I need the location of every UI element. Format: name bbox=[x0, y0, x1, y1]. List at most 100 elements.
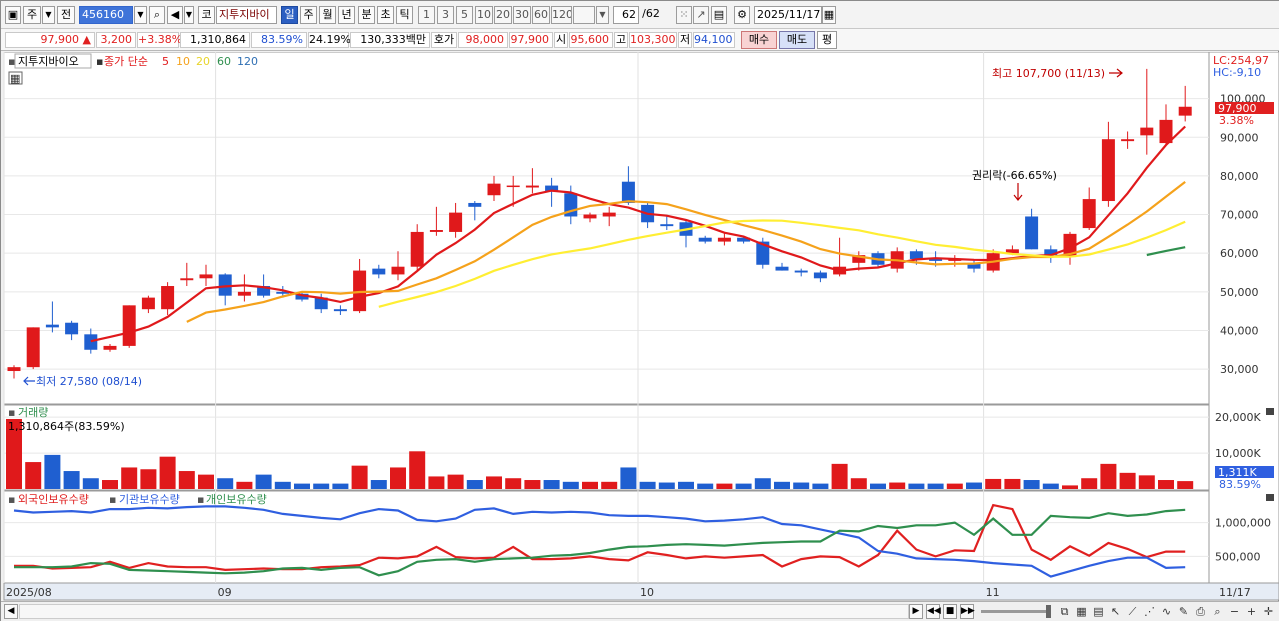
volume-bar bbox=[678, 481, 694, 489]
search-icon[interactable]: ⌕ bbox=[149, 6, 165, 24]
volume-bar bbox=[582, 481, 598, 489]
period-month[interactable]: 월 bbox=[319, 6, 336, 24]
market-select[interactable]: 주 bbox=[23, 6, 41, 24]
save-icon[interactable]: ▤ bbox=[711, 6, 727, 24]
window-icon[interactable]: ▣ bbox=[5, 6, 21, 24]
sell-button[interactable]: 매도 bbox=[779, 31, 815, 49]
interval-20[interactable]: 20 bbox=[494, 6, 512, 24]
volume-bar bbox=[697, 483, 714, 489]
candle-body bbox=[1082, 199, 1096, 229]
chart-canvas[interactable]: 100,00090,00080,00070,00060,00050,00040,… bbox=[1, 52, 1279, 601]
candle-body bbox=[698, 237, 712, 242]
crosshair-icon[interactable]: ✛ bbox=[1261, 604, 1276, 619]
calendar-icon[interactable]: ▦ bbox=[822, 6, 836, 24]
ma-indicator-label[interactable]: 종가 단순 bbox=[104, 55, 148, 68]
bottom-scroll-bar: ◀ ▶ ◀◀ ■ ▶▶ ⧉ ▦ ▤ ↖ ⟋ ⋰ ∿ ✎ ⎙ ⌕ − + ✛ bbox=[1, 601, 1279, 621]
code-dropdown-icon[interactable]: ▼ bbox=[134, 6, 147, 24]
zoom-slider[interactable] bbox=[981, 610, 1051, 613]
forward-button[interactable]: ▶▶ bbox=[960, 604, 975, 619]
zoom-out-icon[interactable]: − bbox=[1227, 604, 1242, 619]
zoom-slider-handle[interactable] bbox=[1046, 605, 1051, 618]
speaker-dropdown-icon[interactable]: ▼ bbox=[184, 6, 194, 24]
pencil-icon[interactable]: ✎ bbox=[1176, 604, 1191, 619]
compare-icon[interactable]: ⁙ bbox=[676, 6, 692, 24]
date-input[interactable]: 2025/11/17 bbox=[754, 6, 822, 24]
prev-button[interactable]: 전 bbox=[57, 6, 75, 24]
interval-120[interactable]: 120 bbox=[551, 6, 572, 24]
speaker-icon[interactable]: ◀ bbox=[167, 6, 183, 24]
interval-30[interactable]: 30 bbox=[513, 6, 531, 24]
period-year[interactable]: 년 bbox=[338, 6, 355, 24]
stop-button[interactable]: ■ bbox=[943, 604, 957, 619]
volume-bar bbox=[274, 481, 291, 489]
table-view-icon[interactable]: ▤ bbox=[1091, 604, 1106, 619]
fib-tool-icon[interactable]: ⋰ bbox=[1142, 604, 1157, 619]
grid-icon[interactable]: ▦ bbox=[1074, 604, 1089, 619]
candle-body bbox=[237, 291, 251, 296]
candle-body bbox=[506, 185, 520, 188]
volume-bar bbox=[505, 478, 522, 489]
candle-body bbox=[26, 327, 40, 368]
wave-tool-icon[interactable]: ∿ bbox=[1159, 604, 1174, 619]
volume-bar bbox=[716, 483, 733, 489]
interval-1[interactable]: 1 bbox=[418, 6, 435, 24]
interval-5[interactable]: 5 bbox=[456, 6, 473, 24]
period-second[interactable]: 초 bbox=[377, 6, 394, 24]
volume-bar bbox=[562, 481, 579, 489]
zoom-in-icon[interactable]: + bbox=[1244, 604, 1259, 619]
panel-bullet-icon: ▪ bbox=[109, 493, 116, 506]
interval-custom-input[interactable] bbox=[573, 6, 595, 24]
draw-icon[interactable]: ↗ bbox=[693, 6, 709, 24]
print-icon[interactable]: ⎙ bbox=[1193, 604, 1208, 619]
period-day[interactable]: 일 bbox=[281, 6, 298, 24]
legend-individual[interactable]: 개인보유수량 bbox=[206, 493, 267, 506]
stock-code-input[interactable]: 456160 bbox=[79, 6, 133, 24]
rewind-button[interactable]: ◀◀ bbox=[926, 604, 941, 619]
candle-body bbox=[199, 274, 213, 279]
zoom-icon[interactable]: ⌕ bbox=[1210, 604, 1225, 619]
legend-institution[interactable]: 기관보유수량 bbox=[119, 493, 180, 506]
period-tick[interactable]: 틱 bbox=[396, 6, 413, 24]
line-tool-icon[interactable]: ↖ bbox=[1108, 604, 1123, 619]
scroll-track[interactable] bbox=[19, 604, 909, 619]
copy-icon[interactable]: ⧉ bbox=[1057, 604, 1072, 619]
ma-60-label: 60 bbox=[217, 55, 231, 68]
interval-3[interactable]: 3 bbox=[437, 6, 454, 24]
volume-bar bbox=[332, 483, 349, 489]
interval-60[interactable]: 60 bbox=[532, 6, 550, 24]
interval-dropdown-icon[interactable]: ▼ bbox=[596, 6, 609, 24]
interval-10[interactable]: 10 bbox=[475, 6, 493, 24]
low-annotation: 최저 27,580 (08/14) bbox=[36, 375, 142, 388]
volume-bar bbox=[524, 480, 541, 489]
gear-icon[interactable]: ⚙ bbox=[734, 6, 750, 24]
holding-panel-close-icon[interactable] bbox=[1266, 494, 1274, 501]
volume-y-tick: 20,000K bbox=[1215, 411, 1261, 424]
candle-body bbox=[583, 214, 597, 219]
volume-bar bbox=[447, 474, 464, 489]
volume-bar bbox=[313, 483, 330, 489]
buy-button[interactable]: 매수 bbox=[741, 31, 777, 49]
volume-bar bbox=[1004, 478, 1021, 489]
scroll-left-button[interactable]: ◀ bbox=[4, 604, 18, 619]
price-cell: 97,900 ▲ bbox=[5, 32, 95, 48]
scroll-right-button[interactable]: ▶ bbox=[909, 604, 923, 619]
volume-bar bbox=[1177, 481, 1194, 489]
high-annotation: 최고 107,700 (11/13) bbox=[992, 67, 1105, 80]
panel-bullet-icon: ▪ bbox=[197, 493, 204, 506]
market-dropdown-icon[interactable]: ▼ bbox=[42, 6, 55, 24]
stock-name: 지투지바이 bbox=[216, 6, 277, 24]
volume-bar bbox=[1119, 472, 1136, 489]
legend-foreign[interactable]: 외국인보유수량 bbox=[18, 493, 89, 506]
volume-bar bbox=[639, 481, 656, 489]
candle-body bbox=[65, 322, 79, 335]
count-input[interactable]: 62 bbox=[613, 6, 639, 24]
volume-bar bbox=[889, 482, 906, 489]
candle-body bbox=[180, 278, 194, 281]
period-week[interactable]: 주 bbox=[300, 6, 317, 24]
holding-panel[interactable] bbox=[3, 490, 1210, 584]
eval-button[interactable]: 평 bbox=[817, 31, 837, 49]
period-minute[interactable]: 분 bbox=[358, 6, 375, 24]
trend-tool-icon[interactable]: ⟋ bbox=[1125, 604, 1140, 619]
volume-panel-close-icon[interactable] bbox=[1266, 408, 1274, 415]
x-axis-label: 2025/08 bbox=[6, 586, 52, 599]
